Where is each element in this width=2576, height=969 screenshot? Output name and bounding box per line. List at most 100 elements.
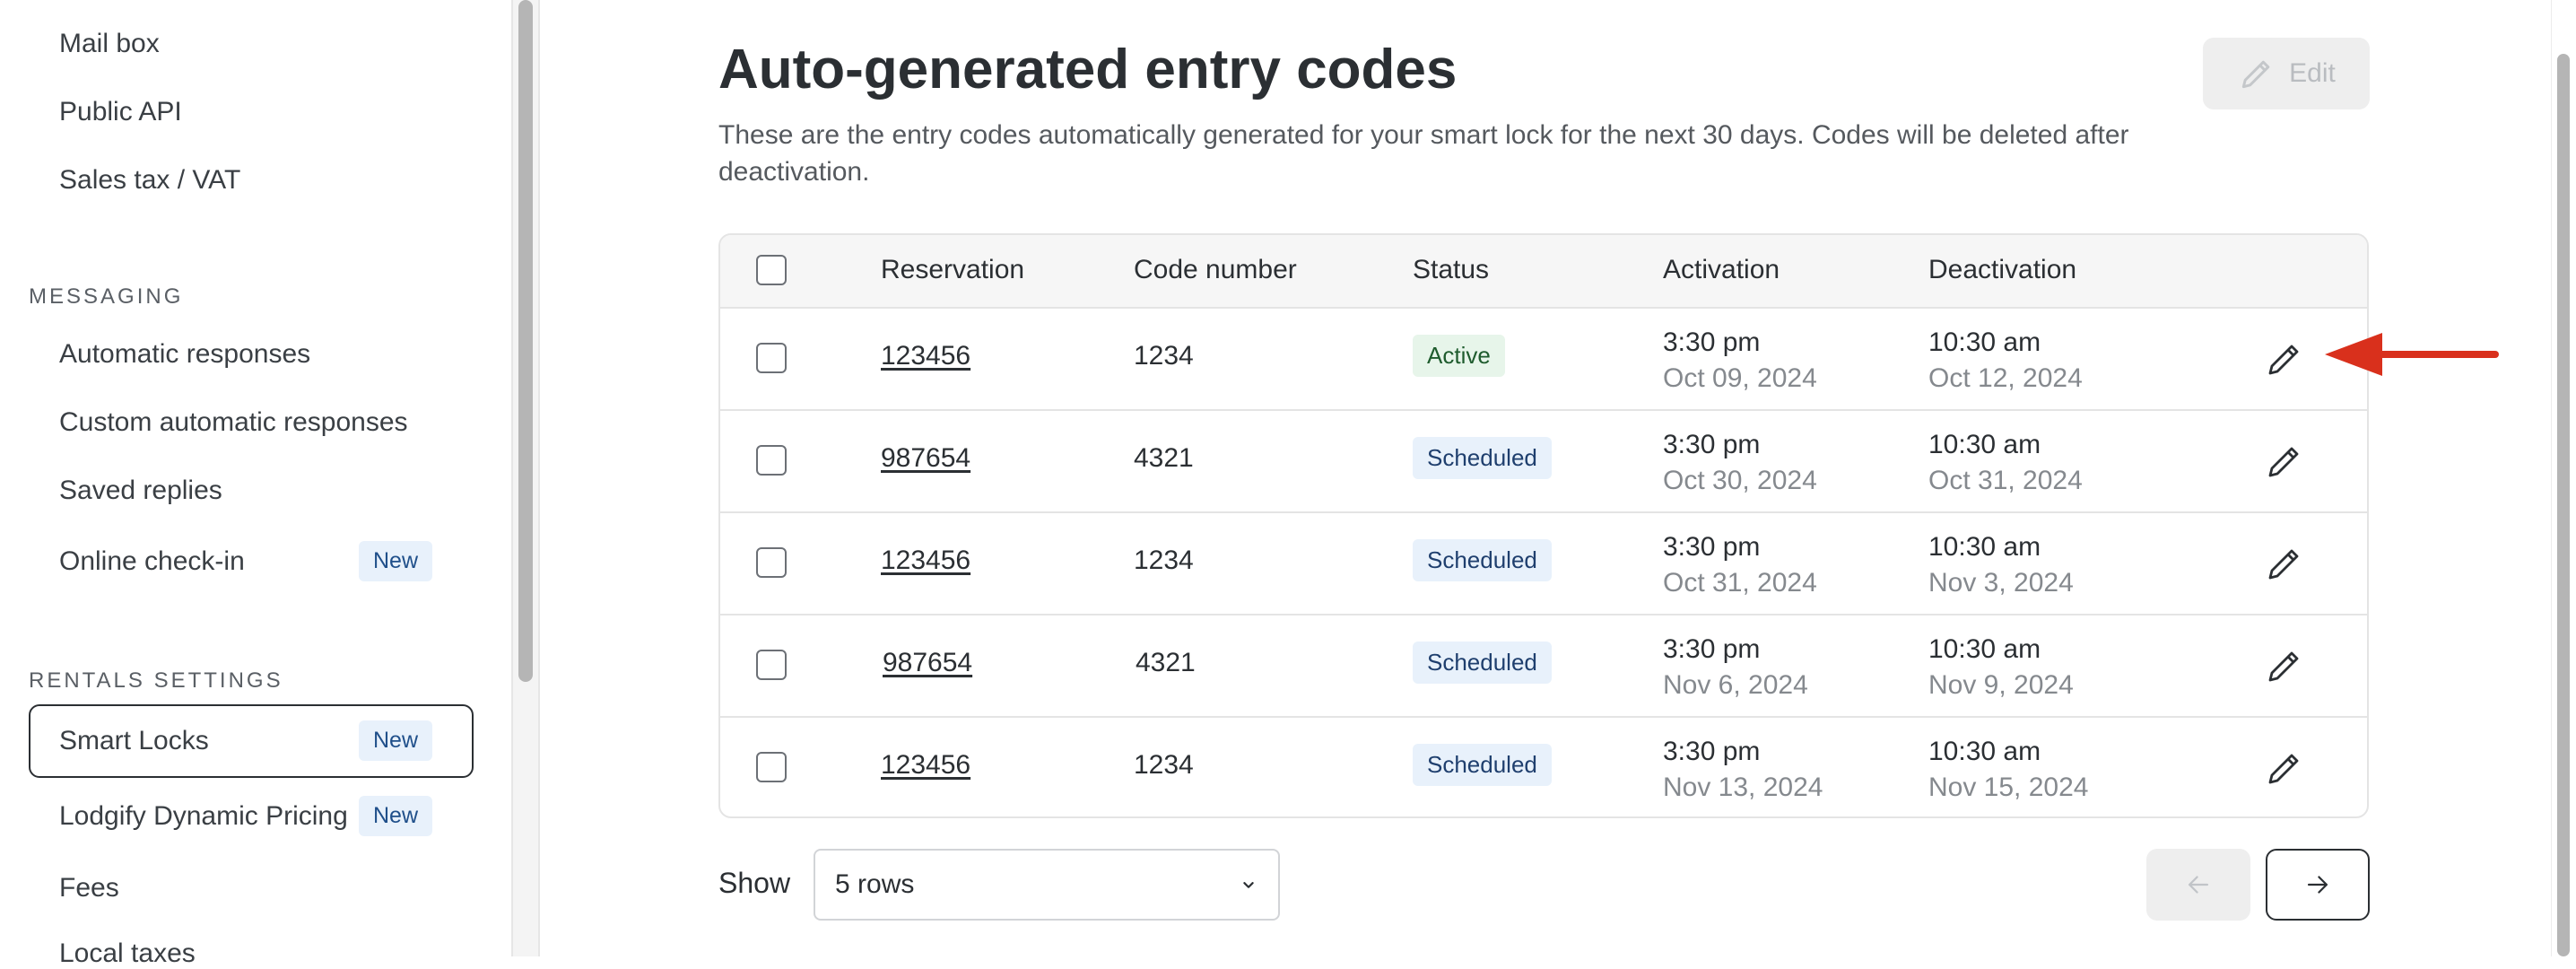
deactivation-time: 10:30 am [1928,327,2041,357]
reservation-link[interactable]: 123456 [881,546,970,576]
rows-per-page-select[interactable]: 5 rows [814,849,1280,921]
code-number: 4321 [1136,648,1196,677]
row-checkbox[interactable] [756,445,787,476]
sidebar-item-label: Saved replies [59,476,222,505]
section-heading-rentals-settings: RENTALS SETTINGS [29,668,283,693]
deactivation-cell: 10:30 am Nov 3, 2024 [1928,529,2074,601]
row-checkbox[interactable] [756,343,787,373]
edit-button[interactable]: Edit [2203,38,2370,109]
row-checkbox[interactable] [756,547,787,578]
code-number: 4321 [1134,443,1194,473]
pencil-icon[interactable] [2263,746,2306,790]
main-scrollbar-thumb[interactable] [2557,54,2570,956]
reservation-link[interactable]: 123456 [881,750,970,781]
code-number: 1234 [1134,341,1194,371]
select-all-checkbox[interactable] [756,255,787,285]
deactivation-time: 10:30 am [1928,430,2041,459]
rows-per-page-value: 5 rows [835,869,915,899]
activation-time: 3:30 pm [1663,737,1761,766]
deactivation-date: Nov 15, 2024 [1928,773,2089,802]
deactivation-cell: 10:30 am Oct 31, 2024 [1928,427,2083,499]
entry-codes-table: Reservation Code number Status Activatio… [718,233,2369,818]
activation-cell: 3:30 pm Nov 13, 2024 [1663,734,1823,806]
sidebar-item-automatic-responses[interactable]: Automatic responses [59,339,310,370]
table-row: 123456 1234 Scheduled 3:30 pm Oct 31, 20… [720,511,2367,615]
sidebar-item-label: Lodgify Dynamic Pricing [59,800,348,831]
table-row: 123456 1234 Active 3:30 pm Oct 09, 2024 … [720,307,2367,411]
deactivation-time: 10:30 am [1928,737,2041,766]
sidebar-item-label: Smart Locks [59,725,209,755]
code-number: 1234 [1134,546,1194,575]
activation-date: Oct 30, 2024 [1663,466,1817,495]
sidebar-item-smart-locks[interactable]: Smart Locks New [59,720,432,761]
code-number: 1234 [1134,750,1194,780]
deactivation-time: 10:30 am [1928,532,2041,562]
activation-cell: 3:30 pm Nov 6, 2024 [1663,632,1808,703]
show-rows-label: Show [718,867,791,899]
sidebar-item-fees[interactable]: Fees [59,873,119,904]
sidebar-item-label: Fees [59,873,119,903]
sidebar-item-label: Mail box [59,29,160,58]
panel-divider [538,0,540,956]
sidebar-item-label: Public API [59,97,182,127]
sidebar-item-label: Sales tax / VAT [59,165,241,195]
deactivation-cell: 10:30 am Nov 15, 2024 [1928,734,2088,806]
deactivation-date: Nov 9, 2024 [1928,670,2074,700]
settings-sidebar: Mail box Public API Sales tax / VAT MESS… [0,0,513,968]
arrow-right-icon [2307,876,2328,894]
sidebar-scrollbar-thumb[interactable] [518,0,533,682]
new-badge: New [358,541,432,581]
reservation-link[interactable]: 123456 [881,341,970,371]
sidebar-item-online-check-in[interactable]: Online check-in New [59,541,432,581]
pencil-icon[interactable] [2263,337,2306,380]
sidebar-item-public-api[interactable]: Public API [59,97,182,127]
status-badge: Scheduled [1413,437,1552,479]
annotation-arrow-icon [2325,333,2499,376]
row-checkbox[interactable] [756,650,787,680]
sidebar-item-sales-tax[interactable]: Sales tax / VAT [59,165,240,196]
pencil-icon[interactable] [2263,542,2306,585]
sidebar-item-label: Automatic responses [59,339,311,369]
reservation-link[interactable]: 987654 [881,443,970,474]
page-description: These are the entry codes automatically … [718,120,2129,187]
new-badge: New [358,796,432,836]
status-badge: Active [1413,335,1505,377]
deactivation-cell: 10:30 am Oct 12, 2024 [1928,325,2083,397]
next-page-button[interactable] [2266,849,2370,921]
activation-date: Nov 6, 2024 [1663,670,1808,700]
pencil-icon[interactable] [2263,644,2306,687]
column-header-deactivation: Deactivation [1928,255,2077,284]
deactivation-date: Oct 12, 2024 [1928,363,2083,393]
reservation-link[interactable]: 987654 [883,648,972,678]
status-badge: Scheduled [1413,642,1552,684]
table-row: 987654 4321 Scheduled 3:30 pm Nov 6, 202… [720,614,2367,718]
activation-cell: 3:30 pm Oct 30, 2024 [1663,427,1817,499]
previous-page-button[interactable] [2146,849,2250,921]
pencil-icon[interactable] [2263,440,2306,483]
sidebar-item-custom-automatic-responses[interactable]: Custom automatic responses [59,407,408,438]
deactivation-time: 10:30 am [1928,634,2041,664]
row-checkbox[interactable] [756,752,787,782]
arrow-left-icon [2188,876,2209,894]
table-row: 987654 4321 Scheduled 3:30 pm Oct 30, 20… [720,409,2367,513]
column-header-code-number: Code number [1134,255,1297,284]
status-badge: Scheduled [1413,744,1552,786]
table-header: Reservation Code number Status Activatio… [720,235,2367,309]
sidebar-item-mail-box[interactable]: Mail box [59,29,160,59]
sidebar-item-label: Online check-in [59,546,245,576]
activation-time: 3:30 pm [1663,634,1761,664]
activation-time: 3:30 pm [1663,327,1761,357]
activation-cell: 3:30 pm Oct 09, 2024 [1663,325,1817,397]
status-badge: Scheduled [1413,539,1552,581]
sidebar-item-lodgify-dynamic-pricing[interactable]: Lodgify Dynamic Pricing New [59,796,432,836]
sidebar-item-label: Local taxes [59,938,196,968]
sidebar-item-saved-replies[interactable]: Saved replies [59,476,222,506]
activation-time: 3:30 pm [1663,430,1761,459]
deactivation-cell: 10:30 am Nov 9, 2024 [1928,632,2074,703]
column-header-activation: Activation [1663,255,1780,284]
section-heading-messaging: MESSAGING [29,284,184,309]
activation-date: Oct 31, 2024 [1663,568,1817,598]
activation-time: 3:30 pm [1663,532,1761,562]
sidebar-item-local-taxes[interactable]: Local taxes [59,938,196,969]
activation-date: Nov 13, 2024 [1663,773,1823,802]
